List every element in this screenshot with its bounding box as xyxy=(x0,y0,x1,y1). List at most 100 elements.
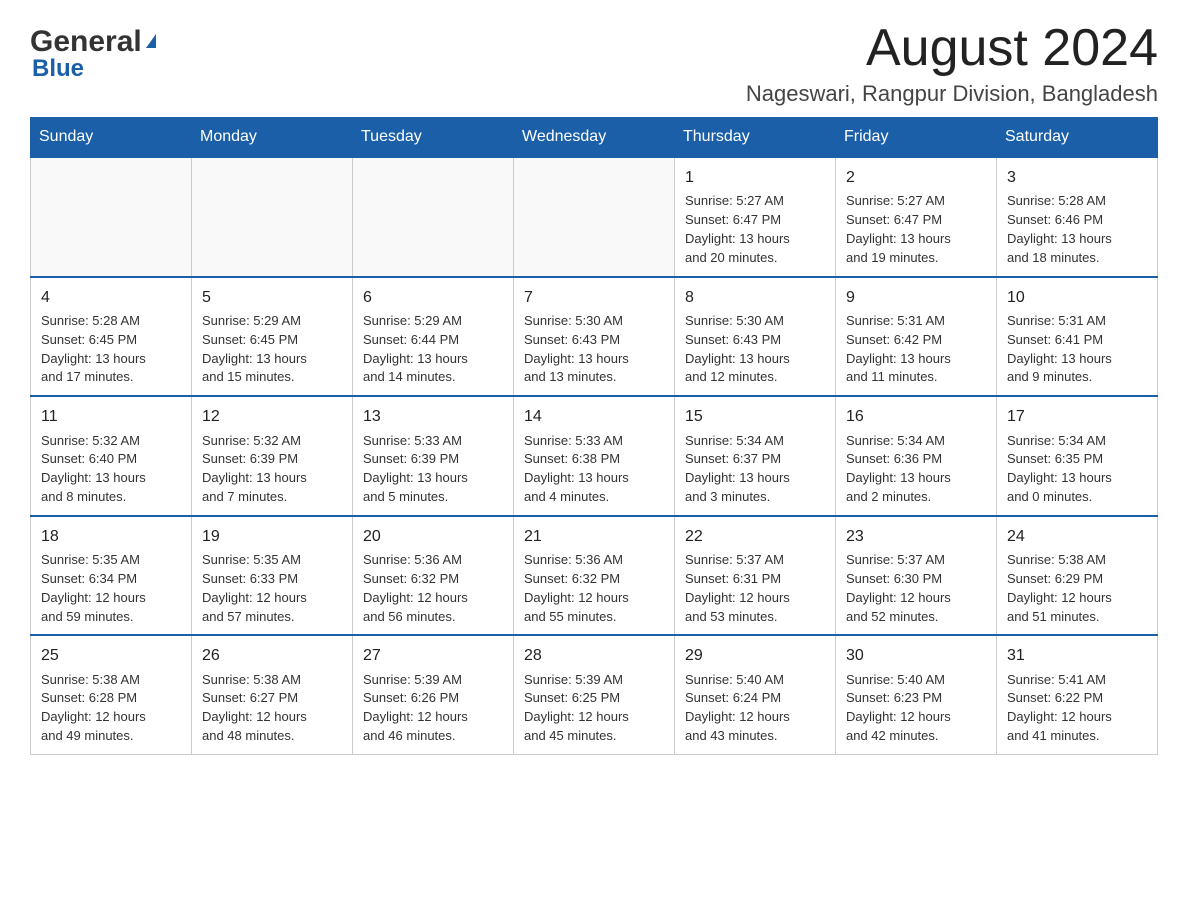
calendar-cell: 1Sunrise: 5:27 AM Sunset: 6:47 PM Daylig… xyxy=(675,157,836,277)
calendar-cell xyxy=(192,157,353,277)
calendar-week-3: 11Sunrise: 5:32 AM Sunset: 6:40 PM Dayli… xyxy=(31,396,1158,516)
day-info: Sunrise: 5:37 AM Sunset: 6:30 PM Dayligh… xyxy=(846,552,951,624)
day-info: Sunrise: 5:40 AM Sunset: 6:23 PM Dayligh… xyxy=(846,672,951,744)
calendar-cell: 23Sunrise: 5:37 AM Sunset: 6:30 PM Dayli… xyxy=(836,516,997,636)
calendar-cell: 26 Sunrise: 5:38 AM Sunset: 6:27 PM Dayli… xyxy=(192,635,353,754)
day-number: 26 xyxy=(202,644,342,667)
day-number: 16 xyxy=(846,405,986,428)
calendar-table: SundayMondayTuesdayWednesdayThursdayFrid… xyxy=(30,117,1158,755)
calendar-cell: 3Sunrise: 5:28 AM Sunset: 6:46 PM Daylig… xyxy=(997,157,1158,277)
calendar-cell: 12 Sunrise: 5:32 AM Sunset: 6:39 PM Dayli… xyxy=(192,396,353,516)
calendar-cell: 11Sunrise: 5:32 AM Sunset: 6:40 PM Dayli… xyxy=(31,396,192,516)
day-info: Sunrise: 5:35 AM Sunset: 6:33 PM Dayligh… xyxy=(202,552,307,624)
day-info: Sunrise: 5:41 AM Sunset: 6:22 PM Dayligh… xyxy=(1007,672,1112,744)
day-number: 29 xyxy=(685,644,825,667)
weekday-header-saturday: Saturday xyxy=(997,118,1158,158)
weekday-header-friday: Friday xyxy=(836,118,997,158)
day-number: 31 xyxy=(1007,644,1147,667)
day-number: 22 xyxy=(685,525,825,548)
logo: General Blue xyxy=(30,20,156,83)
day-number: 1 xyxy=(685,166,825,189)
day-number: 5 xyxy=(202,286,342,309)
day-info: Sunrise: 5:33 AM Sunset: 6:39 PM Dayligh… xyxy=(363,433,468,505)
day-info: Sunrise: 5:38 AM Sunset: 6:28 PM Dayligh… xyxy=(41,672,146,744)
calendar-cell: 6Sunrise: 5:29 AM Sunset: 6:44 PM Daylig… xyxy=(353,277,514,397)
calendar-cell: 27 Sunrise: 5:39 AM Sunset: 6:26 PM Dayli… xyxy=(353,635,514,754)
day-number: 15 xyxy=(685,405,825,428)
day-info: Sunrise: 5:37 AM Sunset: 6:31 PM Dayligh… xyxy=(685,552,790,624)
day-info: Sunrise: 5:40 AM Sunset: 6:24 PM Dayligh… xyxy=(685,672,790,744)
month-title: August 2024 xyxy=(746,20,1158,77)
day-number: 13 xyxy=(363,405,503,428)
title-area: August 2024 Nageswari, Rangpur Division,… xyxy=(746,20,1158,107)
day-number: 19 xyxy=(202,525,342,548)
weekday-header-thursday: Thursday xyxy=(675,118,836,158)
day-number: 3 xyxy=(1007,166,1147,189)
day-number: 27 xyxy=(363,644,503,667)
day-info: Sunrise: 5:38 AM Sunset: 6:29 PM Dayligh… xyxy=(1007,552,1112,624)
calendar-cell: 31 Sunrise: 5:41 AM Sunset: 6:22 PM Dayli… xyxy=(997,635,1158,754)
calendar-cell: 20 Sunrise: 5:36 AM Sunset: 6:32 PM Dayli… xyxy=(353,516,514,636)
calendar-cell: 22 Sunrise: 5:37 AM Sunset: 6:31 PM Dayli… xyxy=(675,516,836,636)
calendar-cell: 29 Sunrise: 5:40 AM Sunset: 6:24 PM Dayli… xyxy=(675,635,836,754)
weekday-header-tuesday: Tuesday xyxy=(353,118,514,158)
calendar-cell: 9Sunrise: 5:31 AM Sunset: 6:42 PM Daylig… xyxy=(836,277,997,397)
day-number: 17 xyxy=(1007,405,1147,428)
calendar-week-1: 1 Sunrise: 5:27 AM Sunset: 6:47 PM Daylig… xyxy=(31,157,1158,277)
calendar-cell: 7 Sunrise: 5:30 AM Sunset: 6:43 PM Daylig… xyxy=(514,277,675,397)
calendar-cell xyxy=(353,157,514,277)
day-info: Sunrise: 5:29 AM Sunset: 6:45 PM Dayligh… xyxy=(202,313,307,385)
day-info: Sunrise: 5:34 AM Sunset: 6:37 PM Dayligh… xyxy=(685,433,790,505)
calendar-cell: 5 Sunrise: 5:29 AM Sunset: 6:45 PM Daylig… xyxy=(192,277,353,397)
day-info: Sunrise: 5:38 AM Sunset: 6:27 PM Dayligh… xyxy=(202,672,307,744)
calendar-header-row: SundayMondayTuesdayWednesdayThursdayFrid… xyxy=(31,118,1158,158)
day-info: Sunrise: 5:39 AM Sunset: 6:25 PM Dayligh… xyxy=(524,672,629,744)
calendar-cell: 16 Sunrise: 5:34 AM Sunset: 6:36 PM Dayli… xyxy=(836,396,997,516)
calendar-cell: 14Sunrise: 5:33 AM Sunset: 6:38 PM Dayli… xyxy=(514,396,675,516)
day-number: 14 xyxy=(524,405,664,428)
calendar-cell: 15 Sunrise: 5:34 AM Sunset: 6:37 PM Dayli… xyxy=(675,396,836,516)
day-number: 28 xyxy=(524,644,664,667)
calendar-cell: 24 Sunrise: 5:38 AM Sunset: 6:29 PM Dayli… xyxy=(997,516,1158,636)
day-info: Sunrise: 5:34 AM Sunset: 6:36 PM Dayligh… xyxy=(846,433,951,505)
location-title: Nageswari, Rangpur Division, Bangladesh xyxy=(746,81,1158,107)
day-number: 7 xyxy=(524,286,664,309)
day-number: 30 xyxy=(846,644,986,667)
weekday-header-monday: Monday xyxy=(192,118,353,158)
day-info: Sunrise: 5:36 AM Sunset: 6:32 PM Dayligh… xyxy=(363,552,468,624)
calendar-cell: 28 Sunrise: 5:39 AM Sunset: 6:25 PM Dayli… xyxy=(514,635,675,754)
day-info: Sunrise: 5:28 AM Sunset: 6:45 PM Dayligh… xyxy=(41,313,146,385)
day-number: 25 xyxy=(41,644,181,667)
day-info: Sunrise: 5:32 AM Sunset: 6:39 PM Dayligh… xyxy=(202,433,307,505)
calendar-cell: 25 Sunrise: 5:38 AM Sunset: 6:28 PM Dayli… xyxy=(31,635,192,754)
day-info: Sunrise: 5:39 AM Sunset: 6:26 PM Dayligh… xyxy=(363,672,468,744)
day-info: Sunrise: 5:31 AM Sunset: 6:41 PM Dayligh… xyxy=(1007,313,1112,385)
day-number: 10 xyxy=(1007,286,1147,309)
page-header: General Blue August 2024 Nageswari, Rang… xyxy=(30,20,1158,107)
day-number: 9 xyxy=(846,286,986,309)
calendar-cell: 17 Sunrise: 5:34 AM Sunset: 6:35 PM Dayli… xyxy=(997,396,1158,516)
calendar-cell: 19 Sunrise: 5:35 AM Sunset: 6:33 PM Dayli… xyxy=(192,516,353,636)
logo-blue-text: Blue xyxy=(30,55,156,83)
day-number: 2 xyxy=(846,166,986,189)
calendar-cell: 8Sunrise: 5:30 AM Sunset: 6:43 PM Daylig… xyxy=(675,277,836,397)
day-number: 12 xyxy=(202,405,342,428)
day-number: 8 xyxy=(685,286,825,309)
calendar-week-5: 25 Sunrise: 5:38 AM Sunset: 6:28 PM Dayli… xyxy=(31,635,1158,754)
day-info: Sunrise: 5:30 AM Sunset: 6:43 PM Dayligh… xyxy=(524,313,629,385)
logo-general-text: General xyxy=(30,25,142,59)
calendar-cell: 21Sunrise: 5:36 AM Sunset: 6:32 PM Dayli… xyxy=(514,516,675,636)
day-number: 4 xyxy=(41,286,181,309)
day-info: Sunrise: 5:34 AM Sunset: 6:35 PM Dayligh… xyxy=(1007,433,1112,505)
logo-triangle-icon xyxy=(146,34,156,48)
calendar-cell: 30 Sunrise: 5:40 AM Sunset: 6:23 PM Dayli… xyxy=(836,635,997,754)
calendar-cell: 2 Sunrise: 5:27 AM Sunset: 6:47 PM Daylig… xyxy=(836,157,997,277)
day-number: 20 xyxy=(363,525,503,548)
calendar-cell xyxy=(31,157,192,277)
calendar-week-2: 4 Sunrise: 5:28 AM Sunset: 6:45 PM Daylig… xyxy=(31,277,1158,397)
day-number: 21 xyxy=(524,525,664,548)
day-info: Sunrise: 5:35 AM Sunset: 6:34 PM Dayligh… xyxy=(41,552,146,624)
day-info: Sunrise: 5:27 AM Sunset: 6:47 PM Dayligh… xyxy=(846,193,951,265)
day-number: 24 xyxy=(1007,525,1147,548)
weekday-header-wednesday: Wednesday xyxy=(514,118,675,158)
